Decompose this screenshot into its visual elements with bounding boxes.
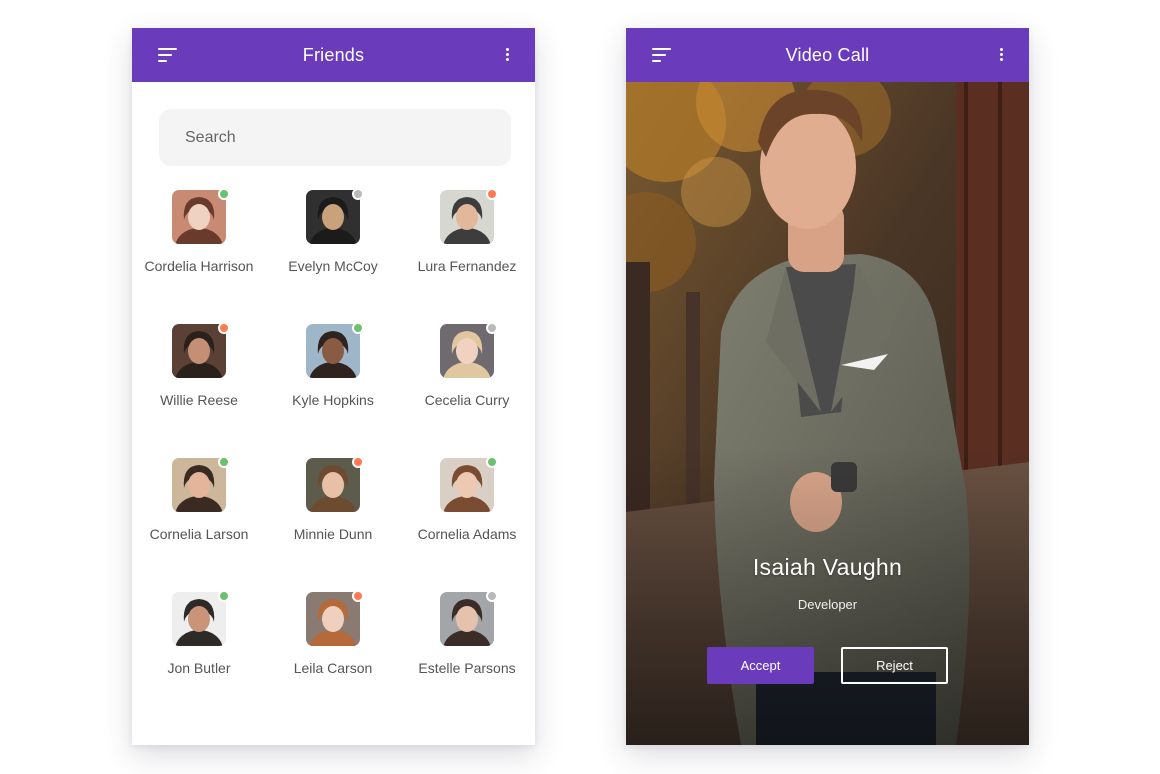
video-call-app-bar: Video Call [626,28,1029,82]
friend-avatar [172,190,226,244]
friends-title: Friends [302,44,365,65]
friend-name: Cecelia Curry [424,392,510,408]
friend-item[interactable]: Kyle Hopkins [266,322,400,456]
friends-app-bar: Friends [132,28,535,82]
video-call-title: Video Call [785,44,870,65]
friend-item[interactable]: Leila Carson [266,590,400,724]
status-indicator [352,322,364,334]
friend-name: Jon Butler [167,660,231,676]
friend-item[interactable]: Minnie Dunn [266,456,400,590]
menu-icon[interactable] [158,48,178,62]
status-indicator [352,590,364,602]
friends-screen: Friends Cordelia Harrison Evelyn McCoy Lur… [132,28,535,745]
status-indicator [352,456,364,468]
friend-avatar [172,592,226,646]
menu-icon[interactable] [652,48,672,62]
status-indicator [486,188,498,200]
friend-item[interactable]: Evelyn McCoy [266,188,400,322]
friends-grid: Cordelia Harrison Evelyn McCoy Lura Fernan… [132,188,535,724]
accept-button[interactable]: Accept [707,647,814,684]
video-call-screen: Video Call Isaiah Vaughn Developer Accep… [626,28,1029,745]
friend-name: Cordelia Harrison [144,258,254,274]
friend-avatar [306,190,360,244]
friend-avatar [440,190,494,244]
friend-item[interactable]: Lura Fernandez [400,188,534,322]
more-vertical-icon[interactable] [999,48,1005,62]
search-input[interactable] [159,109,511,166]
status-indicator [218,456,230,468]
caller-photo [626,82,1029,745]
friend-name: Leila Carson [293,660,373,676]
friend-item[interactable]: Jon Butler [132,590,266,724]
status-indicator [486,322,498,334]
friend-item[interactable]: Cecelia Curry [400,322,534,456]
caller-role: Developer [797,597,858,612]
friend-item[interactable]: Cornelia Larson [132,456,266,590]
friend-name: Lura Fernandez [417,258,517,274]
status-indicator [218,322,230,334]
friend-name: Willie Reese [160,392,238,408]
friend-avatar [306,324,360,378]
friend-avatar [440,458,494,512]
status-indicator [486,590,498,602]
friend-name: Cornelia Adams [417,526,517,542]
showcase: Friends Cordelia Harrison Evelyn McCoy Lur… [0,0,1160,774]
friend-name: Cornelia Larson [149,526,249,542]
friend-avatar [440,324,494,378]
friend-avatar [172,458,226,512]
friend-avatar [306,592,360,646]
status-indicator [486,456,498,468]
friend-item[interactable]: Estelle Parsons [400,590,534,724]
friend-name: Kyle Hopkins [292,392,374,408]
caller-name: Isaiah Vaughn [752,554,903,580]
friend-avatar [172,324,226,378]
friend-name: Evelyn McCoy [288,258,378,274]
more-vertical-icon[interactable] [505,48,511,62]
friend-name: Estelle Parsons [418,660,516,676]
friend-avatar [306,458,360,512]
status-indicator [218,590,230,602]
friend-item[interactable]: Cordelia Harrison [132,188,266,322]
friend-name: Minnie Dunn [293,526,373,542]
status-indicator [218,188,230,200]
reject-button[interactable]: Reject [841,647,948,684]
friend-item[interactable]: Willie Reese [132,322,266,456]
status-indicator [352,188,364,200]
friend-item[interactable]: Cornelia Adams [400,456,534,590]
friend-avatar [440,592,494,646]
